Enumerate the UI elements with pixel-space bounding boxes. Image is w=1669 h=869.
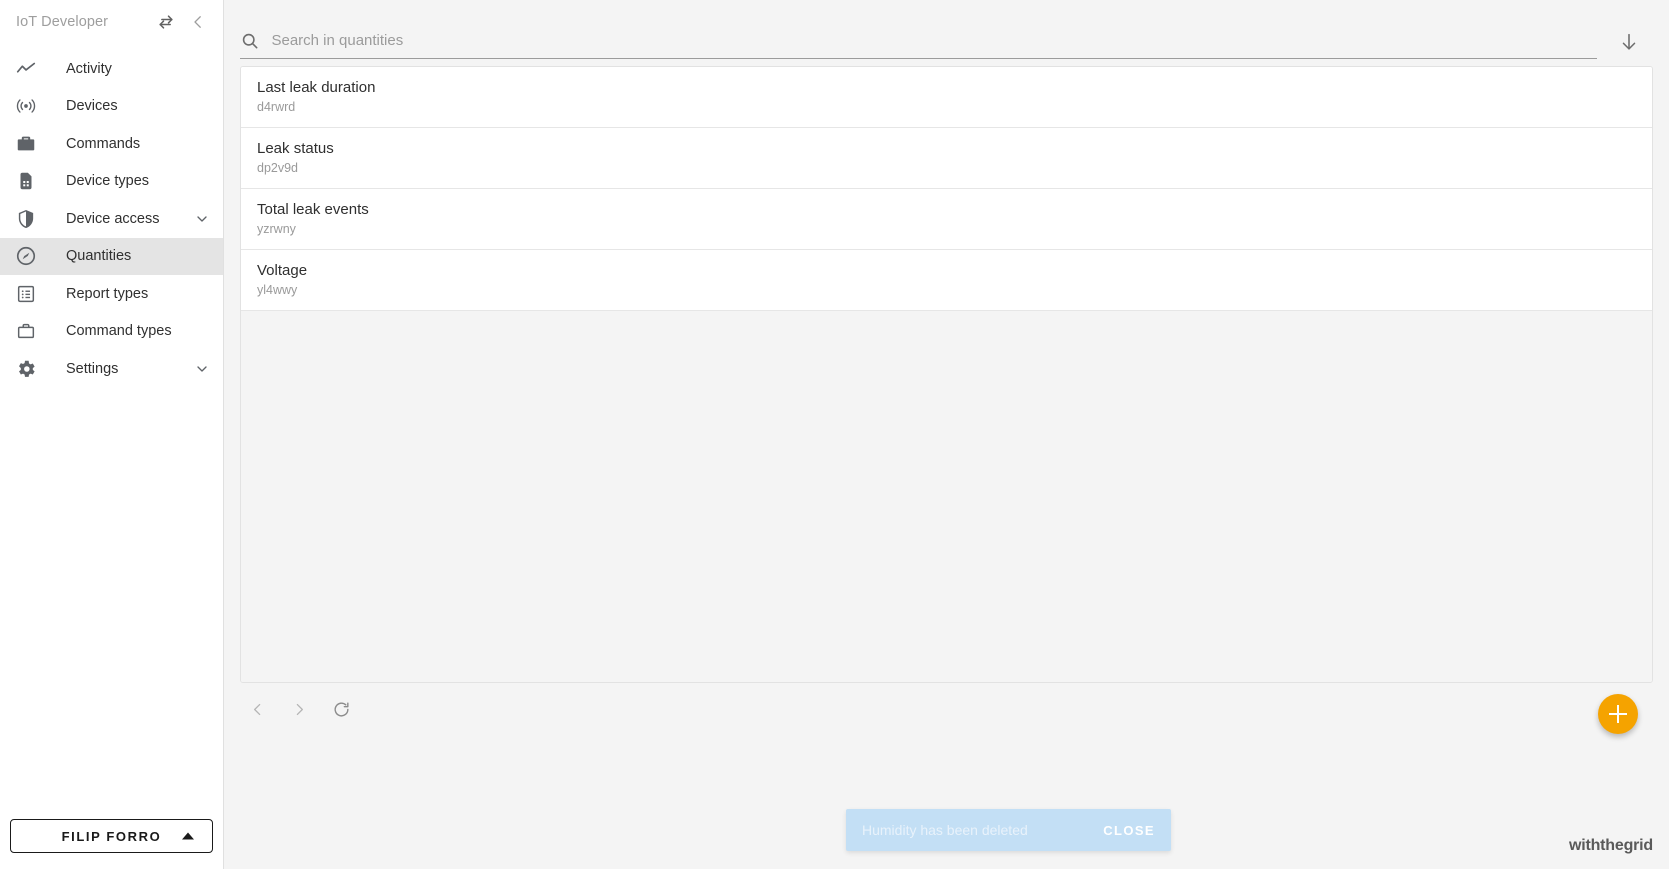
download-icon[interactable] <box>1605 18 1653 66</box>
list-item-id: d4rwrd <box>257 100 296 114</box>
sidebar-item-commands[interactable]: Commands <box>0 125 223 163</box>
sidebar-item-label: Command types <box>66 323 172 340</box>
sidebar-item-label: Devices <box>66 98 118 115</box>
brand-logo: withthegrid <box>1568 837 1653 854</box>
snackbar-message: Humidity has been deleted <box>862 822 1028 838</box>
main-content: Last leak duration d4rwrd Leak status dp… <box>224 0 1669 869</box>
sidebar-item-activity[interactable]: Activity <box>0 50 223 88</box>
list-item[interactable]: Last leak duration d4rwrd <box>241 67 1652 128</box>
gear-icon <box>14 357 38 381</box>
chevron-down-icon[interactable] <box>193 360 211 378</box>
list-item-title: Leak status <box>257 140 334 157</box>
list-item[interactable]: Total leak events yzrwny <box>241 189 1652 250</box>
app-root: IoT Developer Activity Devices Commands … <box>0 0 1669 869</box>
sidebar-item-label: Commands <box>66 135 141 152</box>
briefcase-solid-icon <box>14 132 38 156</box>
list-empty-area <box>241 311 1652 682</box>
search-input[interactable] <box>271 26 1597 55</box>
broadcast-icon <box>14 94 38 118</box>
shield-icon <box>14 207 38 231</box>
list-item[interactable]: Leak status dp2v9d <box>241 128 1652 189</box>
sidebar-item-report-types[interactable]: Report types <box>0 275 223 313</box>
user-menu-label: FILIP FORRO <box>61 828 162 844</box>
sidebar-item-device-types[interactable]: Device types <box>0 163 223 201</box>
list-item-title: Voltage <box>257 262 308 279</box>
sidebar-item-quantities[interactable]: Quantities <box>0 237 223 275</box>
search-field[interactable] <box>240 25 1597 59</box>
sidebar-item-label: Settings <box>66 360 119 377</box>
sidebar-item-device-access[interactable]: Device access <box>0 200 223 238</box>
snackbar: Humidity has been deleted CLOSE <box>846 809 1171 851</box>
list-item-id: yl4wwy <box>257 283 298 297</box>
previous-page-button[interactable] <box>240 692 274 726</box>
pagination-toolbar <box>224 683 1669 735</box>
sidebar-item-label: Quantities <box>66 248 132 265</box>
sidebar-item-settings[interactable]: Settings <box>0 350 223 388</box>
sidebar: IoT Developer Activity Devices Commands … <box>0 0 224 869</box>
sidebar-item-devices[interactable]: Devices <box>0 88 223 126</box>
refresh-button[interactable] <box>324 692 358 726</box>
plus-icon <box>1609 705 1627 723</box>
briefcase-outline-icon <box>14 319 38 343</box>
gauge-icon <box>14 244 38 268</box>
sidebar-item-label: Device access <box>66 210 160 227</box>
list-item-id: dp2v9d <box>257 161 299 175</box>
swap-icon[interactable] <box>153 9 179 35</box>
next-page-button[interactable] <box>282 692 316 726</box>
list-item-id: yzrwny <box>257 222 296 236</box>
list-box-icon <box>14 282 38 306</box>
sidebar-header: IoT Developer <box>0 0 223 44</box>
list-item-title: Total leak events <box>257 201 369 218</box>
sidebar-item-command-types[interactable]: Command types <box>0 313 223 351</box>
search-row <box>224 0 1669 66</box>
collapse-icon[interactable] <box>185 9 211 35</box>
snackbar-close-button[interactable]: CLOSE <box>1103 823 1155 838</box>
sidebar-item-label: Activity <box>66 60 112 77</box>
sidebar-nav: Activity Devices Commands Device types D… <box>0 50 223 388</box>
quantities-list-card: Last leak duration d4rwrd Leak status dp… <box>240 66 1653 683</box>
list-item-title: Last leak duration <box>257 79 376 96</box>
sidebar-title: IoT Developer <box>16 14 109 30</box>
sidebar-item-label: Device types <box>66 173 150 190</box>
add-quantity-button[interactable] <box>1598 694 1638 734</box>
sim-card-icon <box>14 169 38 193</box>
activity-icon <box>14 57 38 81</box>
search-icon <box>240 30 261 52</box>
caret-up-icon <box>182 832 194 840</box>
chevron-down-icon[interactable] <box>193 210 211 228</box>
user-menu-button[interactable]: FILIP FORRO <box>10 819 213 853</box>
sidebar-item-label: Report types <box>66 285 149 302</box>
list-item[interactable]: Voltage yl4wwy <box>241 250 1652 311</box>
